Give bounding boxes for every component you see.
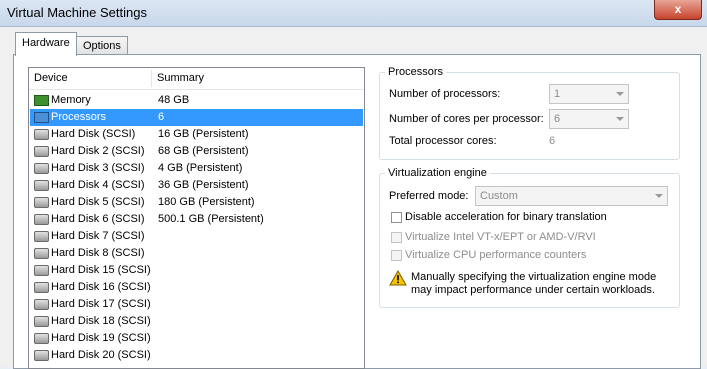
device-row[interactable]: Hard Disk (SCSI) 16 GB (Persistent): [30, 126, 363, 143]
hard-disk-icon: [34, 282, 49, 293]
device-name: Hard Disk 19 (SCSI): [51, 332, 151, 344]
column-header-device[interactable]: Device: [34, 72, 68, 84]
title-bar: Virtual Machine Settings x: [0, 0, 707, 27]
total-cores-label: Total processor cores:: [389, 135, 497, 147]
hard-disk-icon: [34, 197, 49, 208]
virtualize-perf-counters-label[interactable]: Virtualize CPU performance counters: [405, 249, 586, 261]
device-row[interactable]: Hard Disk 2 (SCSI) 68 GB (Persistent): [30, 143, 363, 160]
hard-disk-icon: [34, 350, 49, 361]
preferred-mode-label: Preferred mode:: [389, 190, 469, 202]
device-summary: 500.1 GB (Persistent): [158, 213, 264, 225]
tab-options[interactable]: Options: [76, 36, 128, 55]
device-name: Processors: [51, 111, 107, 123]
column-header-summary[interactable]: Summary: [157, 72, 204, 84]
virtualize-vtx-checkbox[interactable]: [391, 232, 402, 243]
device-name: Hard Disk 7 (SCSI): [51, 230, 145, 242]
device-summary: 48 GB: [158, 94, 190, 106]
device-name: Hard Disk 15 (SCSI): [51, 264, 151, 276]
device-row[interactable]: Hard Disk 8 (SCSI): [30, 245, 363, 262]
device-list[interactable]: Device Summary Memory 48 GB Processors 6 Har…: [28, 67, 365, 369]
device-row[interactable]: Hard Disk 15 (SCSI): [30, 262, 363, 279]
hard-disk-icon: [34, 333, 49, 344]
device-summary: 16 GB (Persistent): [158, 128, 249, 140]
device-summary: 68 GB (Persistent): [158, 145, 249, 157]
chevron-down-icon: [655, 194, 663, 198]
tab-hardware[interactable]: Hardware: [15, 32, 77, 56]
device-row[interactable]: Hard Disk 18 (SCSI): [30, 313, 363, 330]
chevron-down-icon: [616, 117, 624, 121]
device-row[interactable]: Hard Disk 20 (SCSI): [30, 347, 363, 364]
hard-disk-icon: [34, 299, 49, 310]
processors-group-title: Processors: [385, 66, 447, 78]
warning-icon: [389, 270, 407, 286]
preferred-mode-value: Custom: [480, 190, 518, 202]
warning-text-line-1: Manually specifying the virtualization e…: [411, 271, 657, 283]
device-row[interactable]: Hard Disk 17 (SCSI): [30, 296, 363, 313]
hard-disk-icon: [34, 146, 49, 157]
device-name: Hard Disk 16 (SCSI): [51, 281, 151, 293]
cores-per-processor-label: Number of cores per processor:: [389, 113, 544, 125]
num-processors-value: 1: [554, 88, 561, 100]
window-title: Virtual Machine Settings: [7, 5, 147, 20]
device-name: Hard Disk 3 (SCSI): [51, 162, 145, 174]
device-name: Memory: [51, 94, 91, 106]
total-cores-value: 6: [549, 135, 556, 147]
device-summary: 6: [158, 111, 165, 123]
device-name: Hard Disk 4 (SCSI): [51, 179, 145, 191]
list-header: Device Summary: [29, 68, 364, 90]
hard-disk-icon: [34, 180, 49, 191]
device-row[interactable]: Hard Disk 3 (SCSI) 4 GB (Persistent): [30, 160, 363, 177]
device-name: Hard Disk 6 (SCSI): [51, 213, 145, 225]
num-processors-label: Number of processors:: [389, 88, 501, 100]
device-name: Hard Disk 5 (SCSI): [51, 196, 145, 208]
preferred-mode-select[interactable]: Custom: [475, 186, 668, 206]
cores-per-processor-value: 6: [554, 113, 561, 125]
hard-disk-icon: [34, 129, 49, 140]
hard-disk-icon: [34, 316, 49, 327]
device-name: Hard Disk 8 (SCSI): [51, 247, 145, 259]
column-divider[interactable]: [151, 70, 152, 87]
device-summary: 180 GB (Persistent): [158, 196, 255, 208]
device-row[interactable]: Hard Disk 4 (SCSI) 36 GB (Persistent): [30, 177, 363, 194]
memory-icon: [34, 95, 49, 106]
device-row[interactable]: Hard Disk 19 (SCSI): [30, 330, 363, 347]
cores-per-processor-select[interactable]: 6: [549, 109, 629, 129]
virtualize-vtx-label[interactable]: Virtualize Intel VT-x/EPT or AMD-V/RVI: [405, 231, 596, 243]
device-name: Hard Disk 17 (SCSI): [51, 298, 151, 310]
device-row[interactable]: Hard Disk 7 (SCSI): [30, 228, 363, 245]
num-processors-select[interactable]: 1: [549, 84, 629, 104]
disable-acceleration-label[interactable]: Disable acceleration for binary translat…: [405, 211, 607, 223]
virtualization-group-title: Virtualization engine: [385, 167, 490, 179]
processor-icon: [34, 112, 49, 123]
close-button[interactable]: x: [654, 0, 702, 20]
device-row[interactable]: Hard Disk 5 (SCSI) 180 GB (Persistent): [30, 194, 363, 211]
virtualize-perf-counters-checkbox[interactable]: [391, 250, 402, 261]
hard-disk-icon: [34, 231, 49, 242]
device-name: Hard Disk 18 (SCSI): [51, 315, 151, 327]
warning-text-line-2: may impact performance under certain wor…: [411, 284, 655, 296]
device-name: Hard Disk (SCSI): [51, 128, 136, 140]
disable-acceleration-checkbox[interactable]: [391, 212, 402, 223]
device-name: Hard Disk 20 (SCSI): [51, 349, 151, 361]
device-name: Hard Disk 2 (SCSI): [51, 145, 145, 157]
device-row[interactable]: Hard Disk 6 (SCSI) 500.1 GB (Persistent): [30, 211, 363, 228]
hard-disk-icon: [34, 163, 49, 174]
hard-disk-icon: [34, 248, 49, 259]
device-row[interactable]: Processors 6: [30, 109, 363, 126]
device-summary: 36 GB (Persistent): [158, 179, 249, 191]
hard-disk-icon: [34, 214, 49, 225]
chevron-down-icon: [616, 92, 624, 96]
device-summary: 4 GB (Persistent): [158, 162, 243, 174]
hard-disk-icon: [34, 265, 49, 276]
device-row[interactable]: Hard Disk 16 (SCSI): [30, 279, 363, 296]
device-row[interactable]: Memory 48 GB: [30, 92, 363, 109]
